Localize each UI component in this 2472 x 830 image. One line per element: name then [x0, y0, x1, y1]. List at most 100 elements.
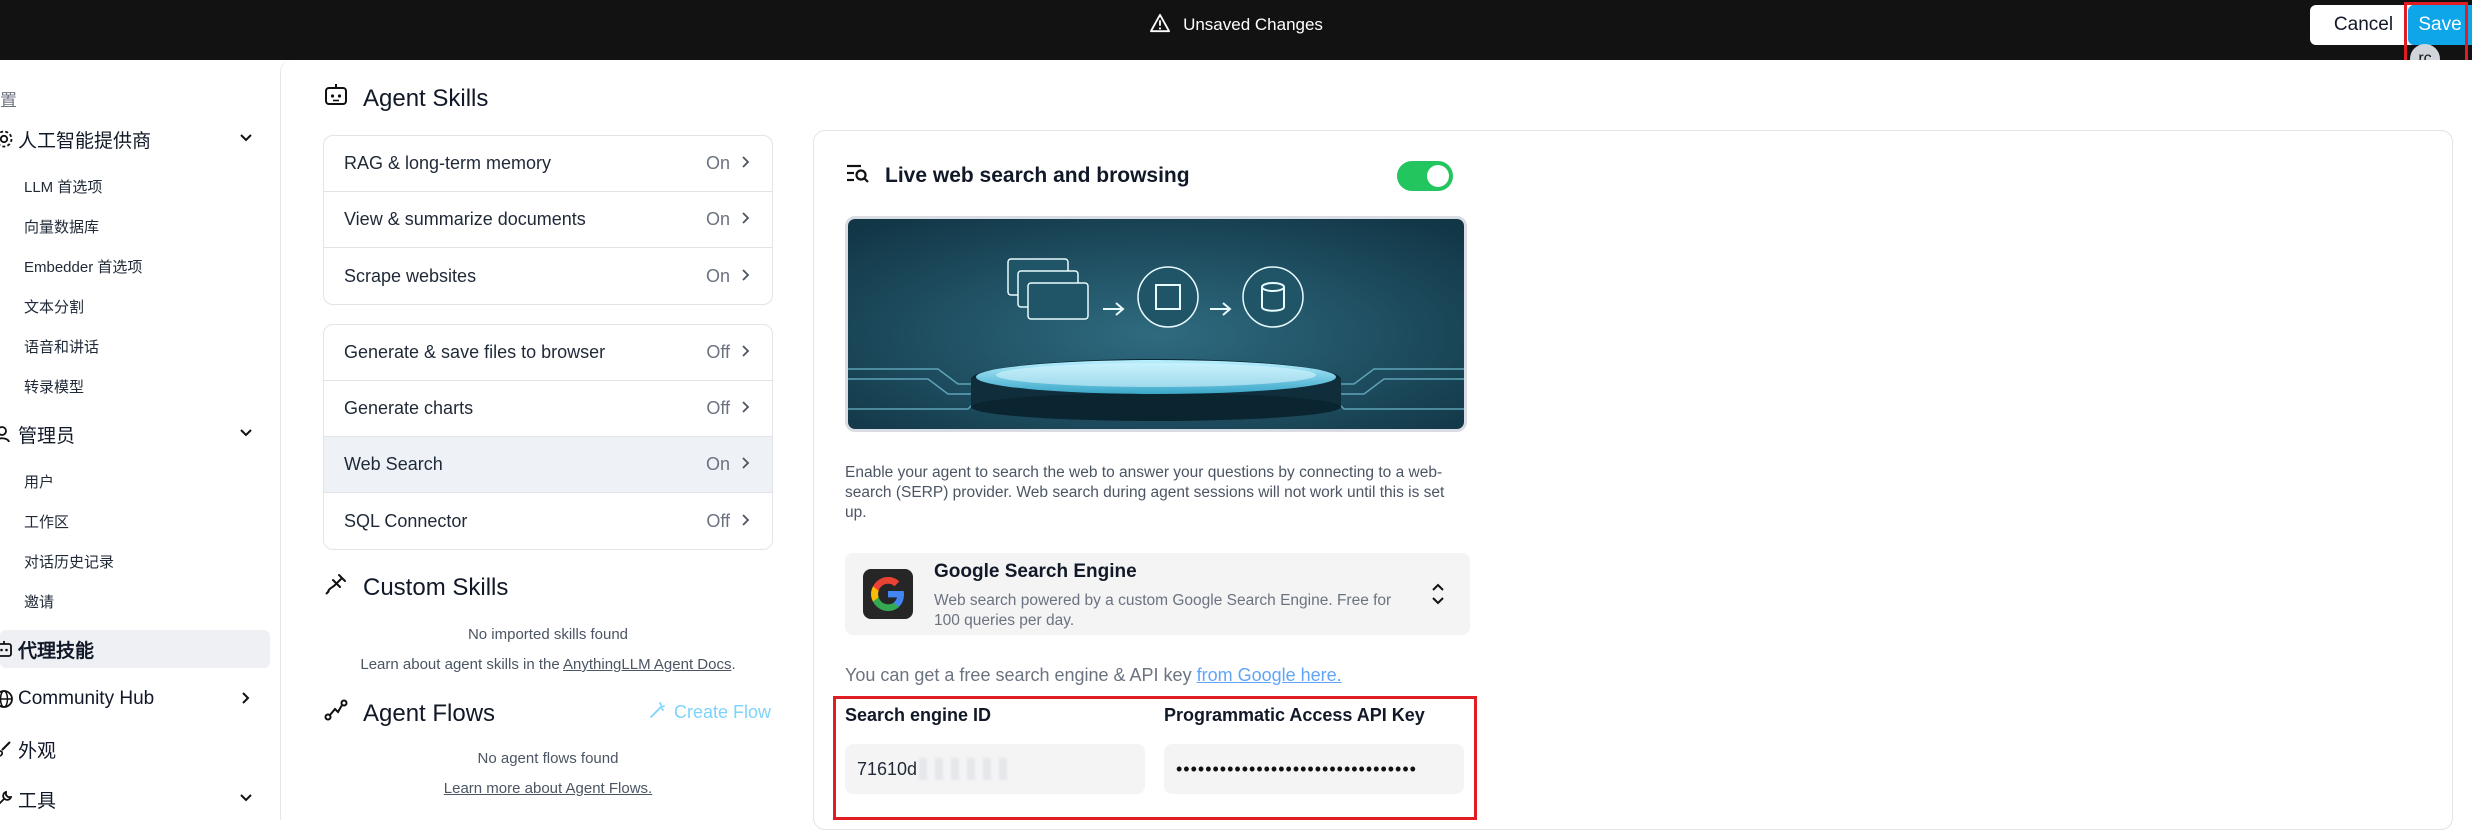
wrench-icon	[0, 789, 14, 809]
web-search-description: Enable your agent to search the web to a…	[845, 464, 1445, 521]
sidebar-caption: 置	[0, 91, 17, 110]
skill-name: SQL Connector	[344, 510, 468, 531]
agent-skills-header: Agent Skills	[323, 82, 488, 115]
create-flow-label: Create Flow	[674, 702, 772, 722]
search-engine-id-input[interactable]: 71610d	[845, 744, 1145, 794]
sidebar-section-label: 外观	[18, 740, 57, 762]
sidebar-item-text-splitting[interactable]: 文本分割	[24, 296, 84, 317]
sidebar-item-voice-speech[interactable]: 语音和讲话	[24, 336, 99, 357]
custom-skills-learn-line: Learn about agent skills in the Anything…	[323, 656, 773, 673]
chevron-right-icon	[740, 454, 752, 475]
sidebar-item-users[interactable]: 用户	[24, 471, 54, 492]
admin-icon	[0, 424, 14, 444]
sidebar-section-label: 代理技能	[18, 640, 95, 662]
skill-row-rag-memory[interactable]: RAG & long-term memory On	[324, 136, 772, 192]
agent-skills-title: Agent Skills	[363, 84, 489, 112]
skill-row-scrape-websites[interactable]: Scrape websites On	[324, 248, 772, 304]
api-key-masked-value: •••••••••••••••••••••••••••••••••	[1176, 758, 1417, 779]
provider-name: Google Search Engine	[934, 561, 1137, 582]
sidebar-item-workspaces[interactable]: 工作区	[24, 511, 69, 532]
globe-icon	[0, 689, 14, 709]
web-search-toggle[interactable]	[1397, 161, 1453, 191]
chevron-right-icon	[740, 398, 752, 419]
unsaved-changes-banner: Unsaved Changes	[0, 0, 2472, 50]
api-key-input[interactable]: •••••••••••••••••••••••••••••••••	[1164, 744, 1464, 794]
sidebar-item-llm-preference[interactable]: LLM 首选项	[24, 176, 102, 197]
sidebar-section-community-hub[interactable]: Community Hub	[0, 680, 270, 718]
skill-state: Off	[706, 342, 730, 362]
no-agent-flows-text: No agent flows found	[477, 750, 619, 767]
sidebar-section-admin[interactable]: 管理员	[0, 415, 270, 453]
sidebar-item-chat-history[interactable]: 对话历史记录	[24, 551, 114, 572]
skill-name: RAG & long-term memory	[344, 153, 552, 173]
skill-state: On	[705, 209, 730, 229]
sidebar-item-transcription[interactable]: 转录模型	[24, 376, 84, 397]
skill-state: Off	[706, 510, 730, 531]
sidebar: 置 人工智能提供商 LLM 首选项 向量数据库 Embedder 首选项 文本分…	[0, 60, 280, 820]
agent-flows-learn-link[interactable]: Learn more about Agent Flows.	[444, 780, 652, 797]
skill-row-web-search[interactable]: Web Search On	[324, 437, 772, 493]
skill-row-view-summarize[interactable]: View & summarize documents On	[324, 192, 772, 248]
chevron-up-down-icon	[1430, 581, 1446, 612]
skill-name: Scrape websites	[344, 265, 477, 286]
chevron-right-icon	[740, 209, 752, 230]
sidebar-item-invites[interactable]: 邀请	[24, 591, 54, 612]
api-key-label: Programmatic Access API Key	[1164, 705, 1425, 725]
sidebar-section-appearance[interactable]: 外观	[0, 730, 270, 768]
skill-state: On	[705, 454, 730, 474]
plug-icon	[323, 571, 349, 604]
chevron-right-icon	[740, 266, 752, 287]
search-engine-id-value: 71610d	[857, 758, 918, 779]
agent-flows-title: Agent Flows	[363, 699, 496, 727]
google-logo-icon	[863, 569, 913, 619]
skill-row-generate-save-files[interactable]: Generate & save files to browser Off	[324, 325, 772, 381]
default-skills-list: RAG & long-term memory On View & summari…	[323, 135, 773, 305]
sidebar-section-label: 人工智能提供商	[18, 130, 152, 152]
sidebar-item-vector-database[interactable]: 向量数据库	[24, 216, 99, 237]
provider-description: Web search powered by a custom Google Se…	[934, 592, 1392, 629]
web-search-panel-title: Live web search and browsing	[885, 164, 1190, 187]
sidebar-section-label: 工具	[18, 790, 57, 812]
skill-row-sql-connector[interactable]: SQL Connector Off	[324, 493, 772, 549]
learn-suffix: .	[731, 656, 736, 673]
configurable-skills-list: Generate & save files to browser Off Gen…	[323, 324, 773, 550]
search-list-icon	[845, 162, 871, 190]
flow-icon	[323, 697, 349, 730]
redacted-value	[919, 758, 1012, 780]
warning-icon	[1149, 13, 1171, 38]
brush-icon	[0, 739, 14, 759]
wand-icon	[648, 700, 668, 725]
custom-skills-title: Custom Skills	[363, 573, 509, 601]
skill-state: On	[705, 153, 730, 173]
api-key-hint: You can get a free search engine & API k…	[845, 665, 1342, 686]
skill-state: Off	[706, 398, 730, 418]
chevron-right-icon	[238, 690, 254, 711]
toggle-knob	[1427, 165, 1449, 187]
robot-icon	[323, 82, 349, 115]
sidebar-section-tools[interactable]: 工具	[0, 780, 270, 818]
gear-icon	[0, 129, 14, 149]
agent-flows-header: Agent Flows	[323, 697, 495, 730]
robot-icon	[0, 639, 14, 659]
chevron-down-icon	[238, 425, 254, 446]
sidebar-item-embedder-preference[interactable]: Embedder 首选项	[24, 256, 142, 277]
no-custom-skills-text: No imported skills found	[467, 626, 629, 643]
create-flow-button[interactable]: Create Flow	[648, 700, 771, 725]
google-key-link[interactable]: from Google here.	[1197, 665, 1342, 685]
sidebar-section-label: Community Hub	[18, 688, 155, 709]
unsaved-changes-text: Unsaved Changes	[1183, 15, 1323, 34]
chevron-down-icon	[238, 130, 254, 151]
skill-name: View & summarize documents	[344, 209, 586, 229]
search-provider-select[interactable]: Google Search Engine Web search powered …	[845, 553, 1470, 635]
learn-prefix: Learn about agent skills in the	[360, 656, 564, 673]
sidebar-section-ai-providers[interactable]: 人工智能提供商	[0, 120, 270, 158]
top-bar: Unsaved Changes Cancel Save	[0, 0, 2472, 60]
cancel-button[interactable]: Cancel	[2310, 5, 2417, 45]
chevron-right-icon	[740, 153, 752, 174]
skill-state: On	[705, 265, 730, 286]
skill-name: Generate & save files to browser	[344, 342, 606, 362]
skill-row-generate-charts[interactable]: Generate charts Off	[324, 381, 772, 437]
agent-docs-link[interactable]: AnythingLLM Agent Docs	[563, 656, 731, 673]
sidebar-section-agent-skills[interactable]: 代理技能	[0, 630, 270, 668]
save-button[interactable]: Save	[2408, 5, 2472, 45]
